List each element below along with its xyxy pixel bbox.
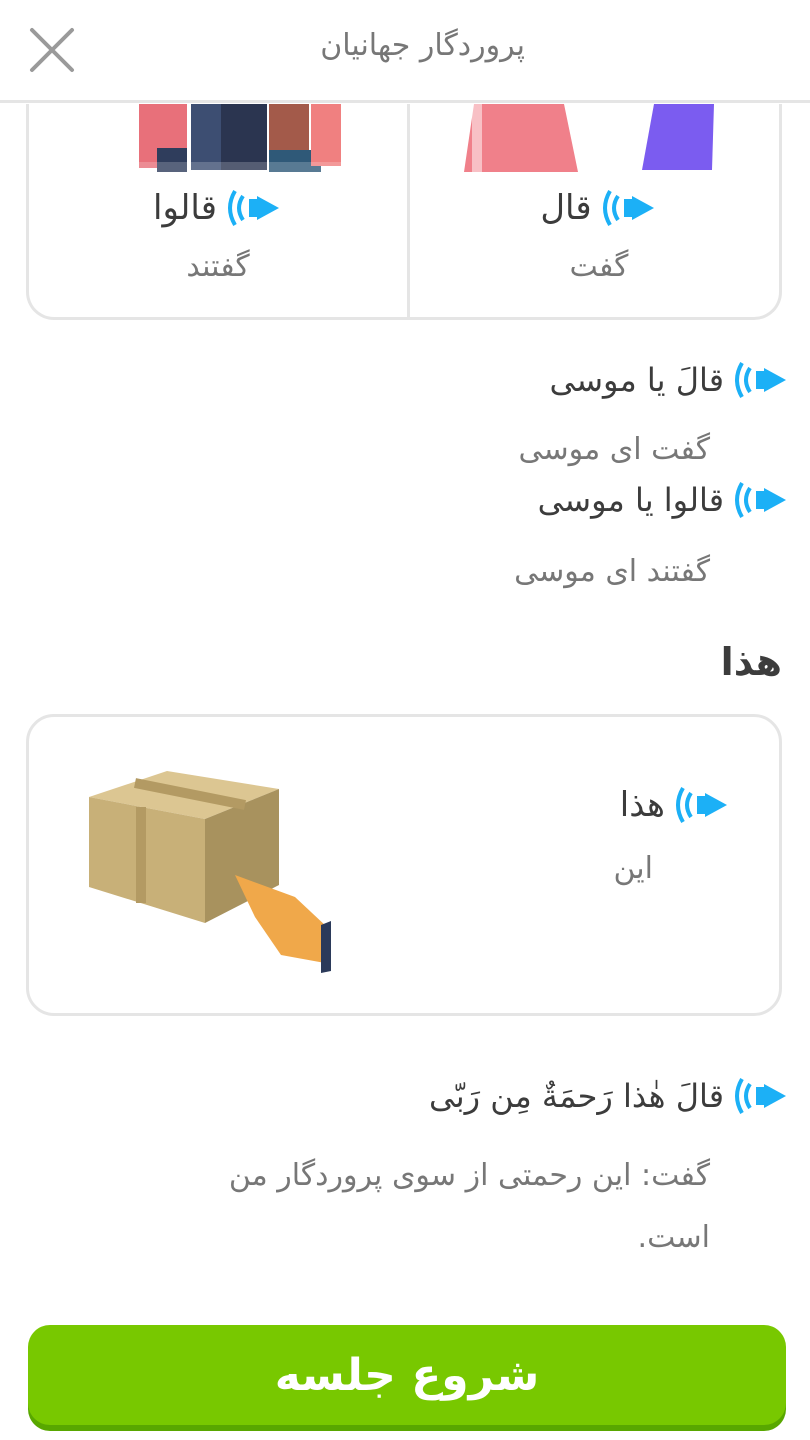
arabic-word: قال xyxy=(540,188,592,228)
section-title: هذا xyxy=(720,640,782,684)
person-illustration xyxy=(464,104,714,172)
phrase-row: قالَ یا موسی xyxy=(550,360,790,400)
persian-translation: این xyxy=(613,851,653,886)
phrase-arabic: قالوا یا موسی xyxy=(537,481,724,519)
speaker-icon[interactable] xyxy=(734,480,790,520)
lesson-title: پروردگار جهانیان xyxy=(320,28,525,63)
header-bar: پروردگار جهانیان xyxy=(0,0,810,103)
arabic-word: هذا xyxy=(619,785,665,825)
phrase-persian: گفتند ای موسی xyxy=(514,554,710,589)
phrase-row: قالوا یا موسی xyxy=(538,480,790,520)
speaker-icon[interactable] xyxy=(602,188,658,228)
word-row: هذا xyxy=(620,785,731,825)
speaker-icon[interactable] xyxy=(734,1076,790,1116)
people-illustration xyxy=(139,104,359,176)
box-pointing-illustration xyxy=(89,771,331,973)
arabic-word: قالوا xyxy=(153,188,217,228)
word-card: هذا این xyxy=(26,714,782,1016)
speaker-icon[interactable] xyxy=(227,188,283,228)
speaker-icon[interactable] xyxy=(734,360,790,400)
persian-translation: گفتند xyxy=(186,249,250,284)
vocab-card: قالوا گفتند قال گفت xyxy=(26,104,782,320)
speaker-icon[interactable] xyxy=(675,785,731,825)
close-icon[interactable] xyxy=(26,24,78,76)
sentence-persian: گفت: این رحمتی از سوی پروردگار من است. xyxy=(228,1158,710,1255)
vocab-item-qaloo: قالوا گفتند xyxy=(29,104,407,317)
phrase-persian: گفت ای موسی xyxy=(518,432,710,467)
sentence-row: قالَ هٰذا رَحمَةٌ مِن رَبّی xyxy=(429,1076,790,1116)
persian-translation: گفت xyxy=(569,249,629,284)
vocab-item-qaal: قال گفت xyxy=(410,104,779,317)
sentence-arabic: قالَ هٰذا رَحمَةٌ مِن رَبّی xyxy=(429,1077,724,1115)
start-session-button[interactable]: شروع جلسه xyxy=(28,1325,786,1425)
phrase-arabic: قالَ یا موسی xyxy=(549,361,724,399)
